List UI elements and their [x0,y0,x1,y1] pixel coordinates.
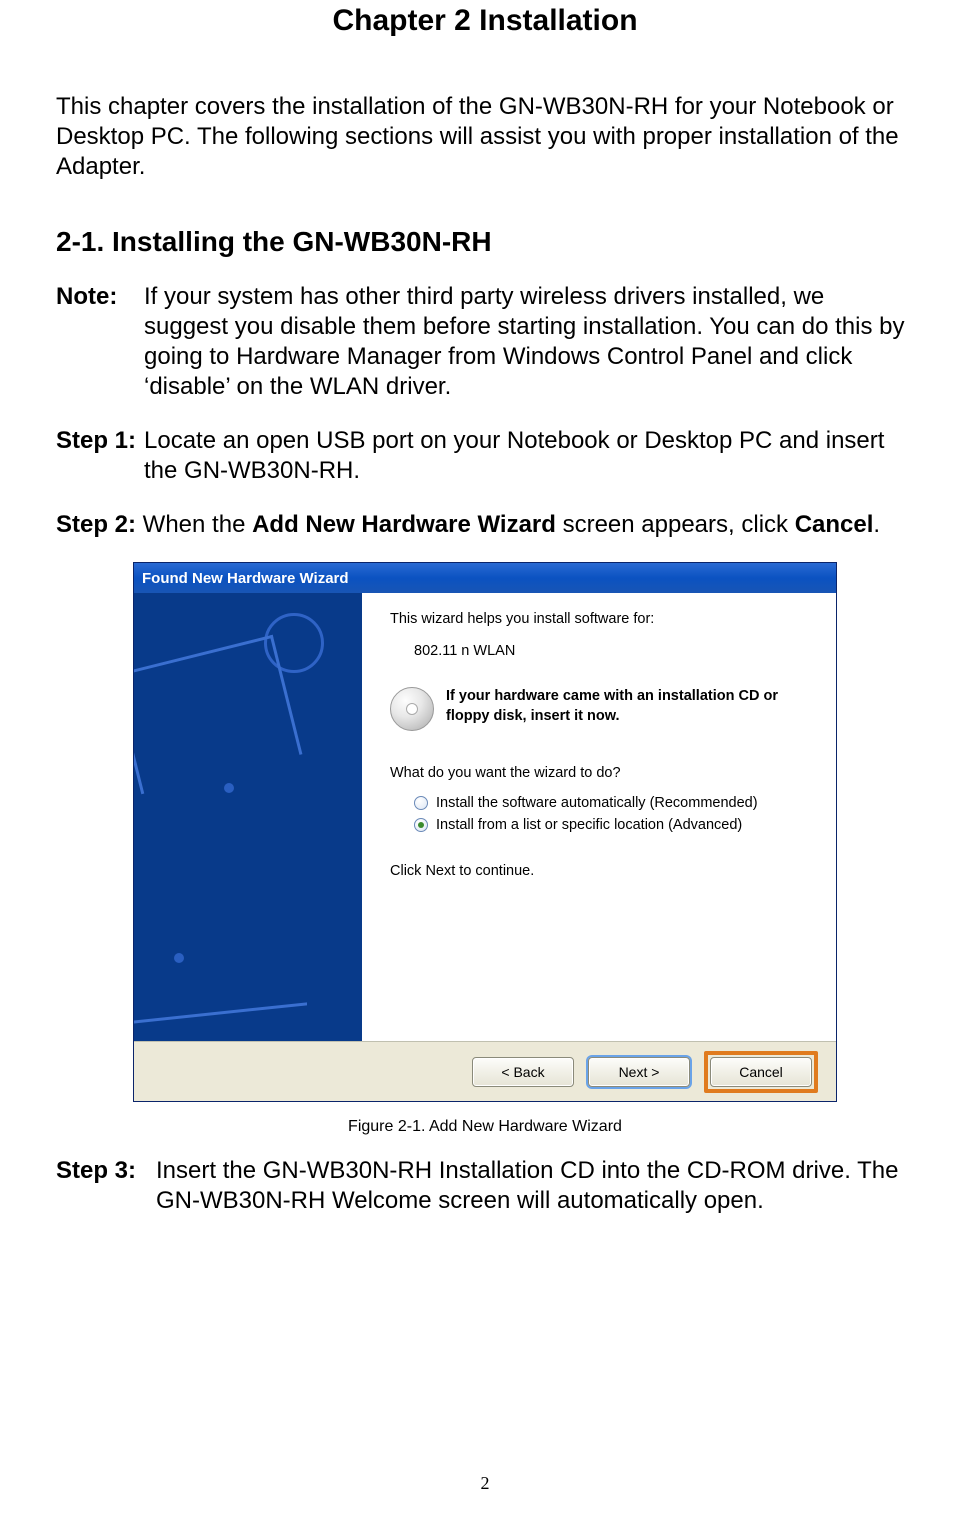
wizard-body: This wizard helps you install software f… [134,593,836,1041]
wizard-question: What do you want the wizard to do? [390,765,808,781]
step2-bold2: Cancel [795,511,874,538]
wizard-main: This wizard helps you install software f… [362,593,836,1041]
radio-option-advanced[interactable]: Install from a list or specific location… [414,817,808,833]
side-ring-icon [264,613,324,673]
note-label: Note: [56,282,144,402]
cancel-highlight: Cancel [704,1051,818,1093]
wizard-device: 802.11 n WLAN [390,643,808,659]
section-title: 2-1. Installing the GN-WB30N-RH [56,226,914,258]
note-text: If your system has other third party wir… [144,282,914,402]
page-number: 2 [0,1473,970,1494]
figure-caption: Figure 2-1. Add New Hardware Wizard [348,1118,622,1136]
wizard-click-next: Click Next to continue. [390,863,808,879]
wizard-dialog: Found New Hardware Wizard This wizard he… [133,562,837,1102]
step2-post: . [873,511,880,538]
step3-text: Insert the GN-WB30N-RH Installation CD i… [156,1156,914,1216]
note-block: Note: If your system has other third par… [56,282,914,402]
step1-block: Step 1: Locate an open USB port on your … [56,426,914,486]
next-button[interactable]: Next > [588,1057,690,1087]
radio-label: Install the software automatically (Reco… [436,795,758,811]
wizard-footer: < Back Next > Cancel [134,1041,836,1101]
step3-label: Step 3: [56,1156,156,1216]
wizard-cd-row: If your hardware came with an installati… [390,687,808,731]
step2-pre: When the [136,511,252,538]
chapter-title: Chapter 2 Installation [56,4,914,38]
step1-label: Step 1: [56,426,144,486]
cancel-button[interactable]: Cancel [710,1057,812,1087]
back-button[interactable]: < Back [472,1057,574,1087]
radio-icon[interactable] [414,796,428,810]
wizard-radio-group: Install the software automatically (Reco… [390,795,808,833]
step1-text: Locate an open USB port on your Notebook… [144,426,914,486]
step2-bold1: Add New Hardware Wizard [252,511,556,538]
radio-label: Install from a list or specific location… [436,817,742,833]
page: Chapter 2 Installation This chapter cove… [0,4,970,1526]
figure-wrap: Found New Hardware Wizard This wizard he… [56,562,914,1136]
wizard-side-graphic [134,593,362,1041]
step3-block: Step 3: Insert the GN-WB30N-RH Installat… [56,1156,914,1216]
wizard-cd-text: If your hardware came with an installati… [446,687,808,726]
cd-icon [390,687,434,731]
side-dot-icon [174,953,184,963]
step2-block: Step 2: When the Add New Hardware Wizard… [56,510,914,540]
side-dot-icon [224,783,234,793]
intro-paragraph: This chapter covers the installation of … [56,92,914,182]
step2-mid: screen appears, click [556,511,795,538]
wizard-line1: This wizard helps you install software f… [390,611,808,627]
wizard-title: Found New Hardware Wizard [142,570,349,587]
radio-option-auto[interactable]: Install the software automatically (Reco… [414,795,808,811]
wizard-titlebar: Found New Hardware Wizard [134,563,836,593]
step2-label: Step 2: [56,511,136,538]
radio-icon[interactable] [414,818,428,832]
